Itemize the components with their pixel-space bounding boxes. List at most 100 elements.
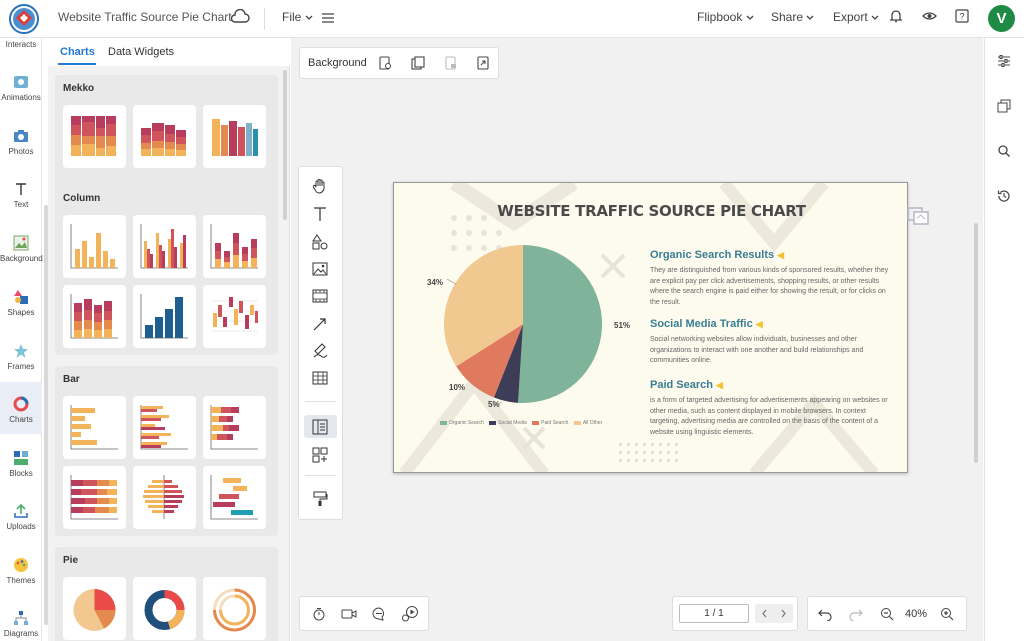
text-tool-icon[interactable]	[312, 206, 328, 227]
page-thumbnail-icon[interactable]	[907, 207, 929, 230]
search-icon[interactable]	[997, 144, 1011, 163]
section-body-paid[interactable]: is a form of targeted advertising for ad…	[650, 396, 890, 438]
tab-charts[interactable]: Charts	[60, 46, 95, 58]
pie-slice-organic[interactable]	[518, 244, 603, 403]
sliders-icon[interactable]	[997, 54, 1011, 73]
help-icon[interactable]: ?	[955, 9, 969, 28]
rail-item-photos[interactable]: Photos	[0, 128, 42, 156]
chart-template-column-5[interactable]	[133, 285, 196, 348]
section-heading-social[interactable]: Social Media Traffic ◀	[650, 318, 763, 330]
background-label[interactable]: Background	[308, 57, 367, 69]
chart-template-mekko-3[interactable]	[203, 105, 266, 168]
section-body-organic[interactable]: They are distinguished from various kind…	[650, 266, 890, 308]
history-icon[interactable]	[997, 189, 1011, 208]
animations-icon	[14, 76, 28, 88]
widgets-tool-icon[interactable]	[312, 447, 328, 468]
rail-item-diagrams[interactable]: Diagrams	[0, 610, 42, 638]
bell-icon[interactable]	[889, 9, 903, 28]
app-logo[interactable]	[8, 3, 40, 35]
legend-item: Social Media	[498, 420, 527, 426]
user-avatar[interactable]: V	[988, 5, 1015, 32]
document-title[interactable]: Website Traffic Source Pie Chart	[58, 10, 232, 24]
share-menu[interactable]: Share	[771, 10, 814, 24]
rail-item-shapes[interactable]: Shapes	[0, 289, 42, 317]
image-tool-icon[interactable]	[312, 261, 328, 282]
rail-item-interacts[interactable]: Interacts	[0, 40, 42, 49]
active-tab-indicator	[58, 63, 96, 65]
file-menu[interactable]: File	[282, 10, 313, 24]
rail-item-animations[interactable]: Animations	[0, 74, 42, 102]
chart-template-mekko-2[interactable]	[133, 105, 196, 168]
background-settings-icon[interactable]	[378, 56, 392, 75]
cloud-save-icon[interactable]	[230, 8, 250, 30]
rail-item-charts[interactable]: Charts	[0, 382, 42, 434]
chevron-right-icon	[781, 609, 786, 618]
table-tool-icon[interactable]	[312, 370, 328, 391]
chevron-down-icon	[746, 15, 754, 20]
rail-item-frames[interactable]: Frames	[0, 343, 42, 371]
share-menu-label: Share	[771, 10, 804, 24]
chart-template-bar-6[interactable]	[203, 466, 266, 529]
zoom-in-icon[interactable]	[940, 607, 954, 626]
chart-template-column-1[interactable]	[63, 215, 126, 278]
pie-label-social: 5%	[488, 400, 500, 409]
rail-item-background[interactable]: Background	[0, 235, 43, 263]
heading-text: Social Media Traffic	[650, 318, 753, 330]
hand-icon[interactable]	[312, 178, 328, 199]
page-indicator[interactable]: 1 / 1	[679, 604, 749, 623]
layout-tool-icon[interactable]	[312, 419, 328, 440]
chart-template-pie-1[interactable]	[63, 577, 126, 640]
chart-template-bar-5[interactable]	[133, 466, 196, 529]
lock-page-icon[interactable]	[444, 56, 458, 75]
chart-template-column-3[interactable]	[203, 215, 266, 278]
present-icon[interactable]	[401, 605, 419, 628]
chart-template-column-2[interactable]	[133, 215, 196, 278]
chart-template-bar-1[interactable]	[63, 396, 126, 459]
draw-tool-icon[interactable]	[312, 343, 328, 364]
section-body-social[interactable]: Social networking websites allow individ…	[650, 335, 890, 367]
preview-eye-icon[interactable]	[922, 9, 937, 28]
pie-label-other: 34%	[427, 278, 444, 287]
chart-template-ring[interactable]	[203, 577, 266, 640]
zoom-out-icon[interactable]	[880, 607, 894, 626]
export-menu[interactable]: Export	[833, 10, 879, 24]
rail-item-text[interactable]: Text	[0, 181, 42, 209]
section-heading-paid[interactable]: Paid Search ◀	[650, 379, 723, 391]
line-tool-icon[interactable]	[312, 316, 328, 337]
section-pie: Pie	[55, 547, 278, 641]
background-icon	[13, 235, 29, 251]
chart-template-bar-4[interactable]	[63, 466, 126, 529]
redo-icon[interactable]	[849, 607, 863, 626]
chart-template-bar-3[interactable]	[203, 396, 266, 459]
canvas-scrollbar[interactable]	[974, 223, 978, 463]
flipbook-menu[interactable]: Flipbook	[697, 10, 754, 24]
rail-item-blocks[interactable]: Blocks	[0, 450, 42, 478]
menu-icon[interactable]	[322, 11, 334, 29]
comment-icon[interactable]	[372, 607, 386, 626]
video-tool-icon[interactable]	[312, 288, 328, 309]
layers-icon[interactable]	[997, 99, 1011, 118]
timer-icon[interactable]	[312, 607, 326, 626]
section-heading-organic[interactable]: Organic Search Results ◀	[650, 249, 784, 261]
replace-background-icon[interactable]	[476, 56, 490, 75]
shapes-tool-icon[interactable]	[312, 234, 328, 255]
format-painter-icon[interactable]	[312, 491, 328, 512]
zoom-toolbar: 40%	[807, 596, 967, 631]
chart-template-column-6[interactable]	[203, 285, 266, 348]
diagrams-icon	[14, 611, 28, 625]
chart-template-bar-2[interactable]	[133, 396, 196, 459]
zoom-level[interactable]: 40%	[905, 608, 927, 620]
rail-item-uploads[interactable]: Uploads	[0, 503, 42, 531]
rail-label: Shapes	[7, 308, 35, 317]
panel-scrollbar[interactable]	[283, 70, 287, 220]
chart-template-donut[interactable]	[133, 577, 196, 640]
tab-data-widgets[interactable]: Data Widgets	[108, 46, 174, 58]
slide-canvas[interactable]: WEBSITE TRAFFIC SOURCE PIE CHART 51% 5% …	[393, 182, 908, 473]
chart-template-mekko-1[interactable]	[63, 105, 126, 168]
rail-item-themes[interactable]: Themes	[0, 557, 42, 585]
copy-page-icon[interactable]	[411, 56, 425, 75]
camera-icon[interactable]	[341, 607, 357, 626]
undo-icon[interactable]	[818, 607, 832, 626]
section-title: Bar	[63, 374, 80, 385]
chart-template-column-4[interactable]	[63, 285, 126, 348]
